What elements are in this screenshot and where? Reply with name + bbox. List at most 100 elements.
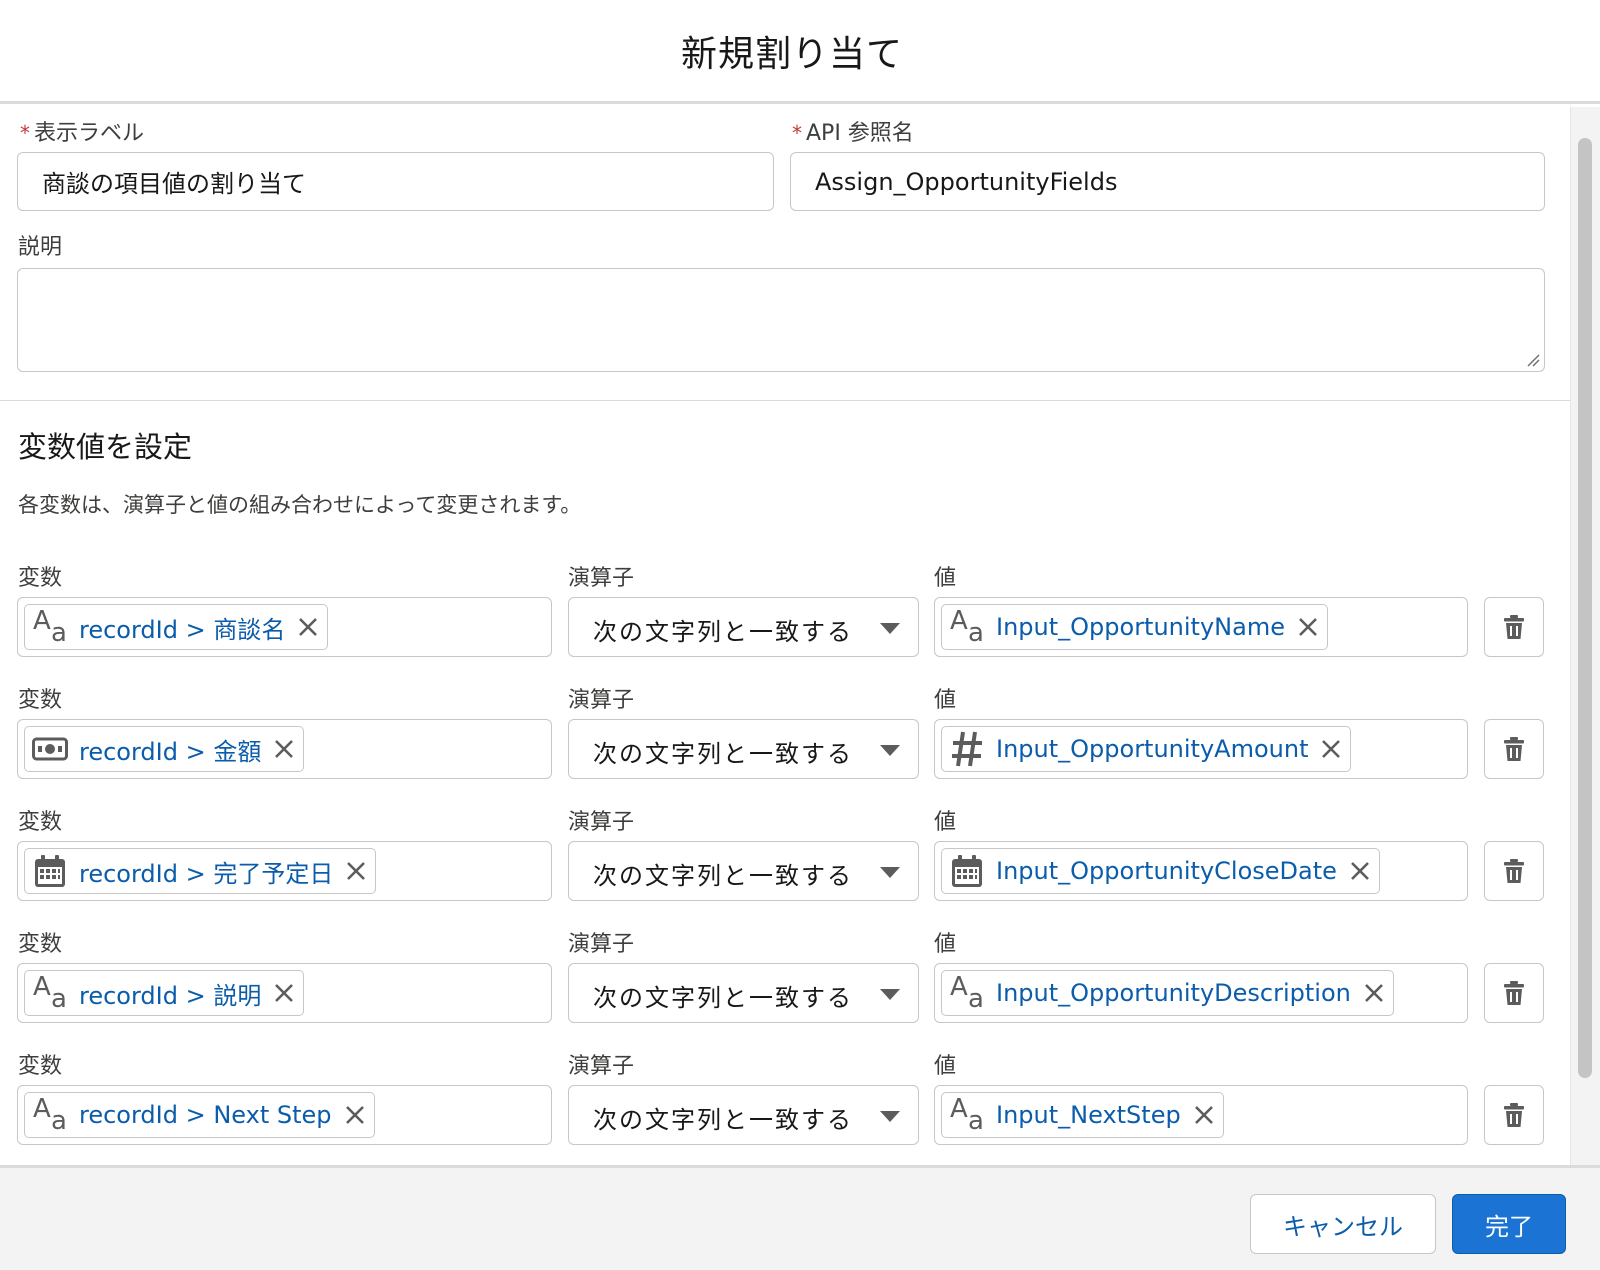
value-field[interactable]: Aa Input_OpportunityName [934, 597, 1468, 657]
number-icon [948, 730, 986, 768]
value-label: 値 [934, 932, 957, 957]
trash-icon [1504, 981, 1524, 1005]
remove-icon[interactable] [273, 982, 295, 1004]
currency-icon [31, 730, 69, 768]
variable-field[interactable]: Aa recordId > 商談名 [17, 597, 552, 657]
dialog-title: 新規割り当て [680, 33, 903, 75]
pill-label: Input_OpportunityCloseDate [996, 857, 1337, 885]
operator-value: 次の文字列と一致する [593, 984, 853, 1012]
operator-select[interactable]: 次の文字列と一致する [568, 719, 919, 779]
variable-field[interactable]: recordId > 完了予定日 [17, 841, 552, 901]
variable-label: 変数 [18, 810, 63, 835]
text-icon: Aa [33, 1094, 67, 1136]
delete-row-button[interactable] [1484, 597, 1544, 657]
resize-grip-icon[interactable] [1526, 353, 1540, 367]
remove-icon[interactable] [344, 1104, 366, 1126]
value-pill[interactable]: Input_OpportunityCloseDate [941, 848, 1380, 894]
variable-pill[interactable]: recordId > 完了予定日 [24, 848, 377, 894]
remove-icon[interactable] [1349, 860, 1371, 882]
variable-label: 変数 [18, 566, 63, 591]
variable-pill[interactable]: Aa recordId > Next Step [24, 1092, 375, 1138]
value-label: 値 [934, 688, 957, 713]
operator-label: 演算子 [568, 932, 635, 957]
section-title: 変数値を設定 [18, 430, 193, 464]
operator-value: 次の文字列と一致する [593, 862, 853, 890]
dialog-header: 新規割り当て [0, 0, 1600, 104]
remove-icon[interactable] [1363, 982, 1385, 1004]
variable-field[interactable]: Aa recordId > Next Step [17, 1085, 552, 1145]
variable-pill[interactable]: recordId > 金額 [24, 726, 305, 772]
value-field[interactable]: Aa Input_OpportunityDescription [934, 963, 1468, 1023]
operator-select[interactable]: 次の文字列と一致する [568, 1085, 919, 1145]
variable-label: 変数 [18, 1054, 63, 1079]
remove-icon[interactable] [297, 616, 319, 638]
text-icon: Aa [33, 606, 67, 648]
variable-label: 変数 [18, 688, 63, 713]
calendar-icon [948, 852, 986, 890]
value-pill[interactable]: Aa Input_NextStep [941, 1092, 1224, 1138]
done-button[interactable]: 完了 [1452, 1194, 1566, 1254]
scrollbar-thumb[interactable] [1578, 138, 1592, 1078]
remove-icon[interactable] [1320, 738, 1342, 760]
operator-select[interactable]: 次の文字列と一致する [568, 963, 919, 1023]
operator-label: 演算子 [568, 1054, 635, 1079]
pill-label: Input_OpportunityAmount [996, 735, 1309, 763]
variable-pill[interactable]: Aa recordId > 商談名 [24, 604, 329, 650]
description-textarea[interactable] [17, 268, 1545, 372]
operator-label: 演算子 [568, 688, 635, 713]
remove-icon[interactable] [273, 738, 295, 760]
value-pill[interactable]: Aa Input_OpportunityDescription [941, 970, 1394, 1016]
description-label: 説明 [18, 235, 63, 260]
operator-label: 演算子 [568, 566, 635, 591]
trash-icon [1504, 615, 1524, 639]
display-label-value: 商談の項目値の割り当て [42, 170, 306, 198]
operator-label: 演算子 [568, 810, 635, 835]
trash-icon [1504, 859, 1524, 883]
text-icon: Aa [33, 972, 67, 1014]
variable-field[interactable]: Aa recordId > 説明 [17, 963, 552, 1023]
delete-row-button[interactable] [1484, 963, 1544, 1023]
variable-field[interactable]: recordId > 金額 [17, 719, 552, 779]
api-name-label: * API 参照名 [792, 115, 914, 147]
remove-icon[interactable] [345, 860, 367, 882]
delete-row-button[interactable] [1484, 1085, 1544, 1145]
caret-down-icon [880, 623, 900, 634]
pill-label: Input_NextStep [996, 1101, 1181, 1129]
delete-row-button[interactable] [1484, 841, 1544, 901]
text-icon: Aa [950, 1094, 984, 1136]
section-description: 各変数は、演算子と値の組み合わせによって変更されます。 [18, 493, 582, 517]
value-label: 値 [934, 810, 957, 835]
display-label-label: * 表示ラベル [20, 115, 144, 147]
cancel-button[interactable]: キャンセル [1250, 1194, 1436, 1254]
display-label-input[interactable]: 商談の項目値の割り当て [17, 152, 774, 211]
pill-label: Input_OpportunityName [996, 613, 1285, 641]
section-divider [0, 400, 1570, 401]
text-icon: Aa [950, 972, 984, 1014]
caret-down-icon [880, 867, 900, 878]
variable-label: 変数 [18, 932, 63, 957]
trash-icon [1504, 1103, 1524, 1127]
value-field[interactable]: Aa Input_NextStep [934, 1085, 1468, 1145]
operator-select[interactable]: 次の文字列と一致する [568, 597, 919, 657]
remove-icon[interactable] [1297, 616, 1319, 638]
operator-select[interactable]: 次の文字列と一致する [568, 841, 919, 901]
operator-value: 次の文字列と一致する [593, 740, 853, 768]
pill-label: recordId > 商談名 [79, 615, 286, 644]
pill-label: recordId > 完了予定日 [79, 859, 334, 888]
delete-row-button[interactable] [1484, 719, 1544, 779]
variable-pill[interactable]: Aa recordId > 説明 [24, 970, 305, 1016]
value-label: 値 [934, 566, 957, 591]
caret-down-icon [880, 745, 900, 756]
value-field[interactable]: Input_OpportunityAmount [934, 719, 1468, 779]
text-icon: Aa [950, 606, 984, 648]
value-pill[interactable]: Aa Input_OpportunityName [941, 604, 1328, 650]
api-name-input[interactable]: Assign_OpportunityFields [790, 152, 1545, 211]
value-pill[interactable]: Input_OpportunityAmount [941, 726, 1352, 772]
value-field[interactable]: Input_OpportunityCloseDate [934, 841, 1468, 901]
operator-value: 次の文字列と一致する [593, 618, 853, 646]
remove-icon[interactable] [1193, 1104, 1215, 1126]
api-name-text: API 参照名 [806, 121, 914, 146]
required-mark: * [20, 121, 30, 145]
required-mark: * [792, 121, 802, 145]
pill-label: Input_OpportunityDescription [996, 979, 1351, 1007]
